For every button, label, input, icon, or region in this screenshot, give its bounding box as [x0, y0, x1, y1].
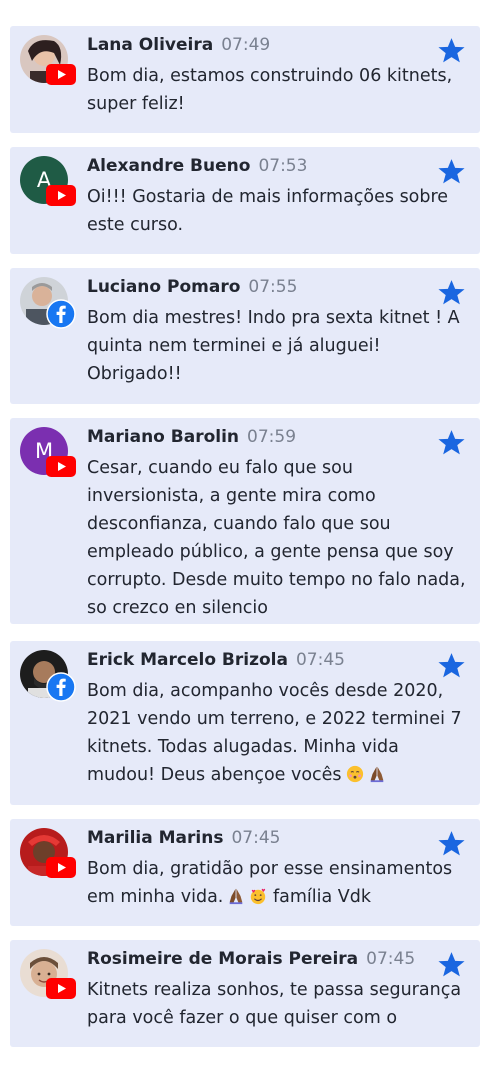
comment-time: 07:45 — [366, 949, 416, 969]
comment-time: 07:55 — [248, 277, 298, 297]
comment-card: Luciano Pomaro 07:55 Bom dia mestres! Ind… — [10, 268, 480, 404]
avatar — [20, 828, 76, 878]
comment-time: 07:49 — [221, 35, 271, 55]
comment-time: 07:45 — [231, 828, 281, 848]
author-name: Marilia Marins — [87, 828, 224, 848]
comment-card: M Mariano Barolin 07:59 Cesar, cuando eu … — [10, 418, 480, 624]
avatar — [20, 35, 76, 85]
avatar — [20, 949, 76, 999]
comment-text: Bom dia, estamos construindo 06 kitnets,… — [87, 66, 453, 114]
star-icon[interactable] — [437, 157, 466, 186]
comment-card: Marilia Marins 07:45 Bom dia, gratidão po… — [10, 819, 480, 926]
comment-text: Bom dia, acompanho vocês desde 2020, 202… — [87, 677, 467, 789]
comment-card: Rosimeire de Morais Pereira 07:45 Kitnets… — [10, 940, 480, 1047]
author-name: Mariano Barolin — [87, 427, 240, 447]
star-icon[interactable] — [437, 950, 466, 979]
avatar — [20, 650, 76, 702]
star-icon[interactable] — [437, 36, 466, 65]
avatar: A — [20, 156, 76, 206]
author-name: Rosimeire de Morais Pereira — [87, 949, 359, 969]
praying-hands-icon — [230, 888, 243, 905]
comment-text-tail: família Vdk — [272, 887, 371, 907]
comment-text: Cesar, cuando eu falo que sou inversioni… — [87, 458, 466, 618]
praying-hands-icon — [370, 766, 383, 783]
comment-text-body: Bom dia, gratidão por esse ensinamentos … — [87, 859, 453, 907]
smiling-hearts-icon — [251, 888, 266, 905]
author-name: Alexandre Bueno — [87, 156, 251, 176]
comment-text: Kitnets realiza sonhos, te passa seguran… — [87, 980, 462, 1028]
comment-text: Oi!!! Gostaria de mais informações sobre… — [87, 187, 449, 235]
author-name: Luciano Pomaro — [87, 277, 241, 297]
comment-card: Lana Oliveira 07:49 Bom dia, estamos cons… — [10, 26, 480, 133]
kissing-face-icon — [346, 765, 363, 783]
star-icon[interactable] — [437, 278, 466, 307]
star-icon[interactable] — [437, 428, 466, 457]
comment-time: 07:45 — [295, 650, 345, 670]
youtube-icon — [46, 857, 76, 878]
youtube-icon — [46, 978, 76, 999]
author-name: Erick Marcelo Brizola — [87, 650, 288, 670]
youtube-icon — [46, 185, 76, 206]
comment-text: Bom dia, gratidão por esse ensinamentos … — [87, 855, 467, 911]
comment-time: 07:59 — [247, 427, 297, 447]
youtube-icon — [46, 64, 76, 85]
comment-text: Bom dia mestres! Indo pra sexta kitnet !… — [87, 308, 460, 384]
avatar — [20, 277, 76, 329]
comment-card: Erick Marcelo Brizola 07:45 Bom dia, acom… — [10, 641, 480, 805]
comment-card: A Alexandre Bueno 07:53 Oi!!! Gostaria de… — [10, 147, 480, 254]
star-icon[interactable] — [437, 829, 466, 858]
facebook-icon — [46, 299, 76, 329]
youtube-icon — [46, 456, 76, 477]
comment-feed: Lana Oliveira 07:49 Bom dia, estamos cons… — [0, 0, 499, 1047]
star-icon[interactable] — [437, 651, 466, 680]
author-name: Lana Oliveira — [87, 35, 214, 55]
facebook-icon — [46, 672, 76, 702]
avatar: M — [20, 427, 76, 477]
comment-time: 07:53 — [258, 156, 308, 176]
comment-text-body: Bom dia, acompanho vocês desde 2020, 202… — [87, 681, 462, 785]
